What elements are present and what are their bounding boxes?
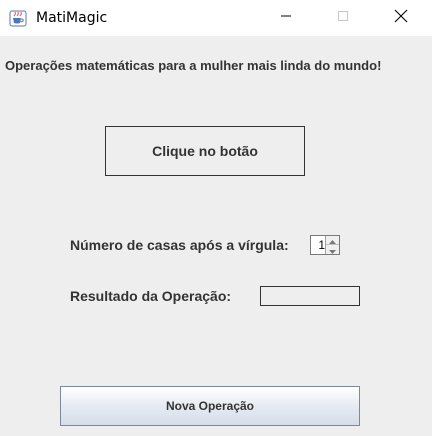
close-button[interactable] [378,0,424,36]
decimals-spinner-value[interactable]: 1 [313,237,325,253]
title-bar[interactable]: MatiMagic [0,0,432,36]
result-field [260,286,360,306]
java-coffee-cup-icon [8,8,28,28]
result-label: Resultado da Operação: [70,288,232,304]
app-window: MatiMagic Operações matemáticas para a m… [0,0,432,436]
window-title: MatiMagic [36,10,108,26]
decimals-spinner[interactable]: 1 [310,235,340,255]
content-panel: Operações matemáticas para a mulher mais… [0,36,432,436]
new-operation-button[interactable]: Nova Operação [60,386,360,426]
headline-text: Operações matemáticas para a mulher mais… [5,58,382,73]
maximize-icon [337,9,349,27]
minimize-icon [280,9,292,27]
click-button[interactable]: Clique no botão [105,126,305,176]
spinner-down-button[interactable] [326,245,339,254]
spinner-arrows [325,236,339,254]
maximize-button[interactable] [320,0,366,36]
chevron-down-icon [329,241,336,259]
decimals-label: Número de casas após a vírgula: [70,237,289,253]
close-icon [394,9,408,28]
minimize-button[interactable] [263,0,309,36]
